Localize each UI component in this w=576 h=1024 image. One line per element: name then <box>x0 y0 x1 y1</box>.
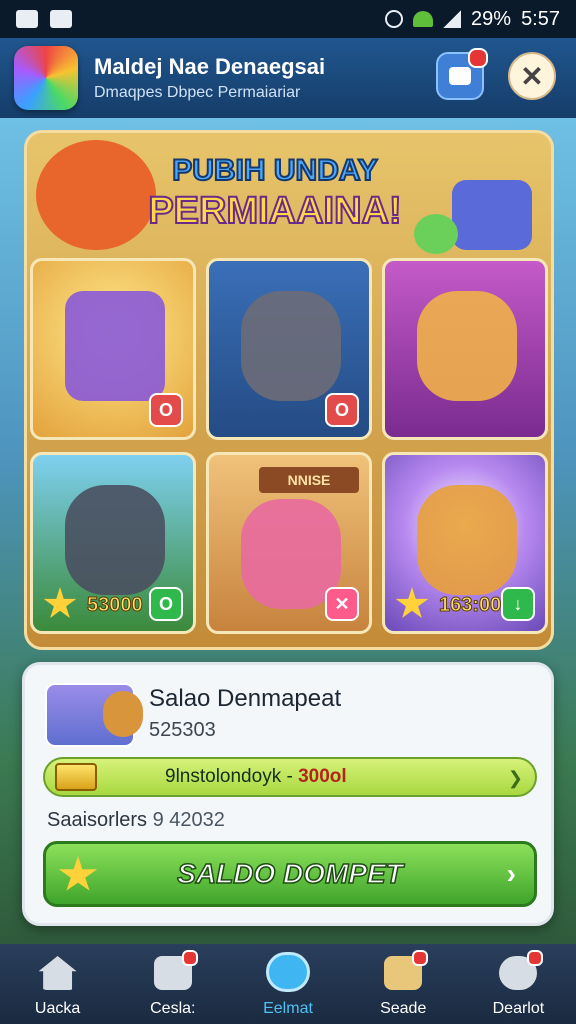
app-logo <box>14 46 78 110</box>
info-text: 9lnstolondoyk - <box>165 766 293 787</box>
tile-knights[interactable]: 53000 O <box>30 452 196 634</box>
inbox-button[interactable] <box>436 48 488 100</box>
tile-truck[interactable]: O <box>30 258 196 440</box>
nav-item-wallet[interactable]: Eelmat <box>230 944 345 1024</box>
close-button[interactable]: ✕ <box>508 52 556 100</box>
wallet-id: 525303 <box>149 719 216 741</box>
wifi-icon <box>413 11 434 27</box>
tag-icon <box>384 950 429 990</box>
green-creature-icon <box>414 214 458 254</box>
wallet-card: Salao Denmapeat 525303 9lnstolondoyk - 3… <box>22 662 554 926</box>
tile-action-button[interactable]: ✕ <box>325 587 359 621</box>
wallet-info-bar[interactable]: 9lnstolondoyk - 300ol ❯ <box>43 757 537 797</box>
robot-mascot-icon <box>452 180 532 250</box>
clock: 5:57 <box>521 7 560 30</box>
banner-line1: PUBIH UNDAY <box>171 153 379 188</box>
saldo-row: Saaisorlers 9 42032 <box>47 809 225 832</box>
tile-action-button[interactable]: O <box>325 393 359 427</box>
nav-item-home[interactable]: Uacka <box>0 944 115 1024</box>
card-icon <box>153 950 198 990</box>
tile-score: 53000 <box>87 594 144 617</box>
saldo-dompet-button[interactable]: SALDO DOMPET › <box>43 841 537 907</box>
nav-label: Seade <box>380 1000 427 1017</box>
fox-mascot-icon <box>36 140 156 250</box>
notification-badge <box>412 950 429 966</box>
status-bar: 29% 5:57 <box>0 0 576 38</box>
star-icon <box>395 587 429 618</box>
app-subtitle: Dmaqpes Dbpec Permaiariar <box>94 84 301 101</box>
tile-bunny[interactable]: NNISE ✕ <box>206 452 372 634</box>
notification-badge <box>181 950 198 966</box>
nav-item-profile[interactable]: Dearlot <box>461 944 576 1024</box>
tile-score: 163:00 <box>438 594 502 617</box>
banner-line2: PERMIAAINA! <box>147 189 402 233</box>
wallet-nav-icon <box>266 952 310 992</box>
wallet-title: Salao Denmapeat <box>149 685 342 712</box>
tile-sign: NNISE <box>259 467 359 493</box>
nav-item-cart[interactable]: Cesla: <box>115 944 230 1024</box>
tile-cats[interactable]: 163:00 ↓ <box>382 452 548 634</box>
tile-wolf[interactable]: O <box>206 258 372 440</box>
tile-action-button[interactable]: ↓ <box>501 587 535 621</box>
chevron-right-icon: › <box>506 858 516 889</box>
wallet-icon <box>45 683 143 747</box>
notification-badge <box>468 48 488 68</box>
chevron-right-icon: ❯ <box>507 768 523 788</box>
star-icon <box>58 856 98 891</box>
nav-label: Cesla: <box>150 1000 196 1017</box>
app-title: Maldej Nae Denaegsai <box>94 54 326 79</box>
saldo-label: Saaisorlers <box>47 809 148 831</box>
app-header: Maldej Nae Denaegsai Dmaqpes Dbpec Perma… <box>0 38 576 118</box>
lock-icon <box>449 67 471 85</box>
nav-label: Uacka <box>34 1000 81 1017</box>
battery-level: 29% <box>471 7 512 30</box>
image-icon <box>50 10 72 28</box>
tile-action-button[interactable]: O <box>149 393 183 427</box>
notification-badge <box>527 950 544 966</box>
notification-icon <box>16 10 38 28</box>
tile-action-button[interactable]: O <box>149 587 183 621</box>
nav-label: Dearlot <box>492 1000 545 1017</box>
bottom-nav: Uacka Cesla: Eelmat Seade Dearlot <box>0 944 576 1024</box>
cta-label: SALDO DOMPET <box>176 857 403 890</box>
saldo-value: 9 42032 <box>152 809 225 831</box>
nav-item-trade[interactable]: Seade <box>346 944 461 1024</box>
nav-label: Eelmat <box>263 1000 313 1017</box>
gold-bar-icon <box>55 763 97 791</box>
star-icon <box>43 587 77 618</box>
tile-friends[interactable] <box>382 258 548 440</box>
alarm-icon <box>385 10 404 28</box>
user-icon <box>499 950 544 990</box>
close-icon: ✕ <box>520 60 544 92</box>
signal-icon <box>443 10 462 28</box>
info-amount: 300ol <box>298 766 347 787</box>
home-icon <box>38 956 77 990</box>
promo-banner: PUBIH UNDAY PERMIAAINA! <box>140 153 410 233</box>
